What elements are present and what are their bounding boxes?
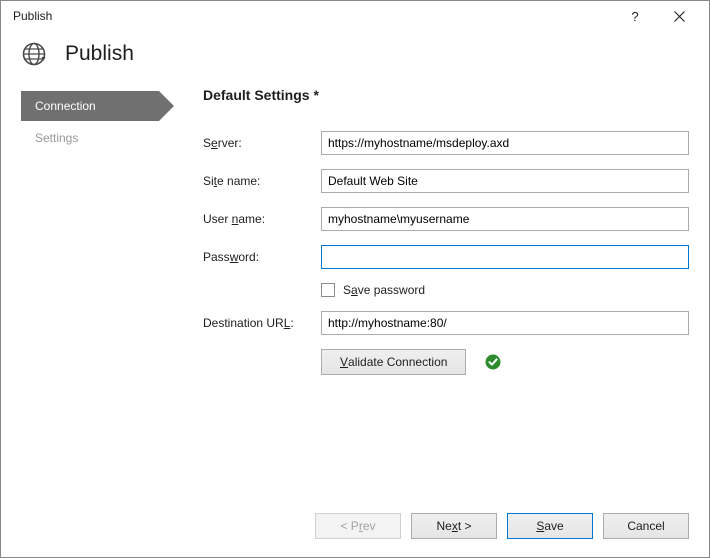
- row-sitename: Site name:: [203, 169, 689, 193]
- desturl-label: Destination URL:: [203, 316, 321, 330]
- save-password-checkbox[interactable]: [321, 283, 335, 297]
- server-label: Server:: [203, 136, 321, 150]
- save-password-label: Save password: [343, 283, 425, 297]
- row-save-password: Save password: [321, 283, 689, 297]
- sitename-input[interactable]: [321, 169, 689, 193]
- dialog-header: Publish: [1, 31, 709, 87]
- validation-success-icon: [484, 353, 502, 371]
- row-validate: Validate Connection: [321, 349, 689, 375]
- prev-button: < Prev: [315, 513, 401, 539]
- validate-connection-button[interactable]: Validate Connection: [321, 349, 466, 375]
- row-username: User name:: [203, 207, 689, 231]
- password-input[interactable]: [321, 245, 689, 269]
- step-connection[interactable]: Connection: [21, 91, 159, 121]
- row-password: Password:: [203, 245, 689, 269]
- desturl-input[interactable]: [321, 311, 689, 335]
- wizard-steps: Connection Settings: [21, 87, 183, 375]
- server-input[interactable]: [321, 131, 689, 155]
- row-server: Server:: [203, 131, 689, 155]
- password-label: Password:: [203, 250, 321, 264]
- form-panel: Default Settings * Server: Site name: Us…: [183, 87, 689, 375]
- page-heading: Default Settings *: [203, 87, 689, 103]
- main-area: Connection Settings Default Settings * S…: [1, 87, 709, 375]
- username-label: User name:: [203, 212, 321, 226]
- sitename-label: Site name:: [203, 174, 321, 188]
- step-label: Settings: [35, 131, 78, 145]
- close-button[interactable]: [657, 1, 701, 31]
- save-button[interactable]: Save: [507, 513, 593, 539]
- footer-buttons: < Prev Next > Save Cancel: [315, 513, 689, 539]
- step-label: Connection: [35, 99, 96, 113]
- next-button[interactable]: Next >: [411, 513, 497, 539]
- step-settings[interactable]: Settings: [21, 123, 183, 153]
- window-title: Publish: [9, 9, 52, 23]
- username-input[interactable]: [321, 207, 689, 231]
- globe-icon: [21, 41, 47, 67]
- close-icon: [674, 11, 685, 22]
- titlebar: Publish ?: [1, 1, 709, 31]
- cancel-button[interactable]: Cancel: [603, 513, 689, 539]
- dialog-title: Publish: [65, 42, 134, 66]
- help-button[interactable]: ?: [613, 1, 657, 31]
- row-desturl: Destination URL:: [203, 311, 689, 335]
